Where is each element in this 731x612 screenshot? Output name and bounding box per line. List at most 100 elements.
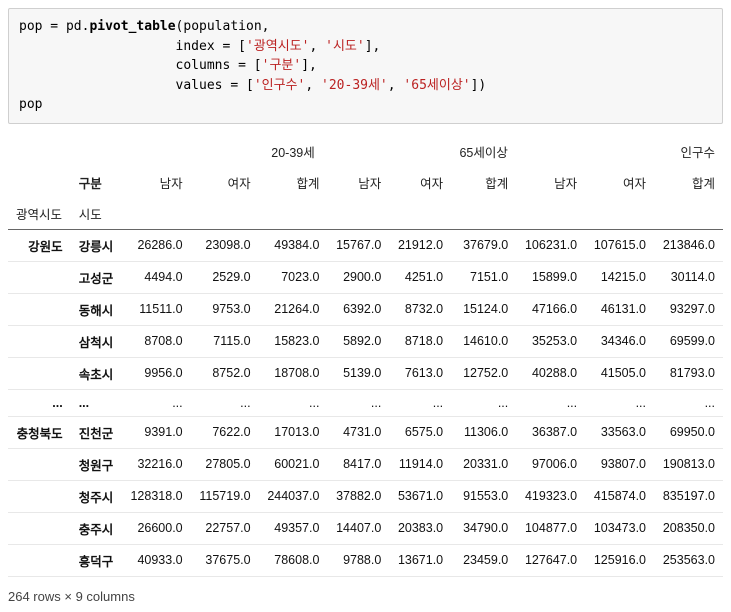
table-row: 흥덕구40933.037675.078608.09788.013671.0234…: [8, 544, 723, 576]
cell: 47166.0: [516, 293, 585, 325]
cell: 15124.0: [451, 293, 516, 325]
table-row: 동해시11511.09753.021264.06392.08732.015124…: [8, 293, 723, 325]
cell: 14610.0: [451, 325, 516, 357]
cell: 6575.0: [389, 416, 451, 448]
cell: 23098.0: [191, 229, 259, 261]
cell: 37679.0: [451, 229, 516, 261]
cell: 11914.0: [389, 448, 451, 480]
cell: 213846.0: [654, 229, 723, 261]
cell: 11306.0: [451, 416, 516, 448]
cell: 20331.0: [451, 448, 516, 480]
cell: 35253.0: [516, 325, 585, 357]
table-row: 충주시26600.022757.049357.014407.020383.034…: [8, 512, 723, 544]
code-cell: pop = pd.pivot_table(population, index =…: [8, 8, 723, 124]
row-index-lvl0: 충청북도: [8, 416, 71, 448]
col-group-65: 65세이상: [451, 136, 516, 167]
cell: 7115.0: [191, 325, 259, 357]
table-row: .................................: [8, 389, 723, 416]
code-line-2: index = ['광역시도', '시도'],: [19, 39, 380, 54]
index-name-1: 광역시도: [8, 198, 71, 230]
cell: 97006.0: [516, 448, 585, 480]
row-index-lvl0: ...: [8, 389, 71, 416]
cell: 8708.0: [122, 325, 191, 357]
row-index-lvl1: ...: [71, 389, 122, 416]
cell: 69599.0: [654, 325, 723, 357]
cell: ...: [451, 389, 516, 416]
cell: 7613.0: [389, 357, 451, 389]
cell: 41505.0: [585, 357, 654, 389]
row-index-lvl1: 진천군: [71, 416, 122, 448]
cell: 5139.0: [327, 357, 389, 389]
cell: 15767.0: [327, 229, 389, 261]
cell: 2529.0: [191, 261, 259, 293]
cell: ...: [585, 389, 654, 416]
cell: ...: [122, 389, 191, 416]
cell: 26286.0: [122, 229, 191, 261]
cell: 36387.0: [516, 416, 585, 448]
col-group-20-39: 20-39세: [259, 136, 328, 167]
cell: 21912.0: [389, 229, 451, 261]
cell: 253563.0: [654, 544, 723, 576]
cell: 81793.0: [654, 357, 723, 389]
code-line-5: pop: [19, 97, 42, 112]
cell: 2900.0: [327, 261, 389, 293]
row-index-lvl0: [8, 325, 71, 357]
code-line-3: columns = ['구분'],: [19, 58, 317, 73]
cell: 103473.0: [585, 512, 654, 544]
cell: 125916.0: [585, 544, 654, 576]
cell: 21264.0: [259, 293, 328, 325]
cell: 12752.0: [451, 357, 516, 389]
cell: 91553.0: [451, 480, 516, 512]
cell: 37675.0: [191, 544, 259, 576]
cell: 8417.0: [327, 448, 389, 480]
dataframe-table: 20-39세 65세이상 인구수 구분 남자 여자 합계 남자 여자 합계 남자…: [8, 136, 723, 577]
cell: 104877.0: [516, 512, 585, 544]
index-name-2: 시도: [71, 198, 122, 230]
cell: 34346.0: [585, 325, 654, 357]
row-index-lvl0: 강원도: [8, 229, 71, 261]
cell: 33563.0: [585, 416, 654, 448]
row-index-lvl1: 청원구: [71, 448, 122, 480]
cell: ...: [327, 389, 389, 416]
shape-info: 264 rows × 9 columns: [8, 589, 723, 604]
cell: 14215.0: [585, 261, 654, 293]
cell: 4731.0: [327, 416, 389, 448]
cell: 14407.0: [327, 512, 389, 544]
col-f2: 여자: [389, 167, 451, 198]
cell: 37882.0: [327, 480, 389, 512]
row-index-lvl0: [8, 293, 71, 325]
row-index-lvl0: [8, 448, 71, 480]
cell: 15823.0: [259, 325, 328, 357]
cell: 11511.0: [122, 293, 191, 325]
table-row: 청주시128318.0115719.0244037.037882.053671.…: [8, 480, 723, 512]
table-row: 강원도강릉시26286.023098.049384.015767.021912.…: [8, 229, 723, 261]
row-index-lvl0: [8, 512, 71, 544]
cell: 40933.0: [122, 544, 191, 576]
cell: 115719.0: [191, 480, 259, 512]
cell: 46131.0: [585, 293, 654, 325]
header-row-sub: 구분 남자 여자 합계 남자 여자 합계 남자 여자 합계: [8, 167, 723, 198]
cell: 8732.0: [389, 293, 451, 325]
col-m3: 남자: [516, 167, 585, 198]
row-index-lvl0: [8, 261, 71, 293]
row-index-lvl1: 흥덕구: [71, 544, 122, 576]
cell: 106231.0: [516, 229, 585, 261]
row-index-lvl1: 청주시: [71, 480, 122, 512]
cell: 5892.0: [327, 325, 389, 357]
cell: ...: [259, 389, 328, 416]
cell: 7622.0: [191, 416, 259, 448]
col-t2: 합계: [451, 167, 516, 198]
cell: ...: [389, 389, 451, 416]
cell: 8718.0: [389, 325, 451, 357]
cell: 7151.0: [451, 261, 516, 293]
col-group-pop: 인구수: [654, 136, 723, 167]
cell: 127647.0: [516, 544, 585, 576]
cell: 49357.0: [259, 512, 328, 544]
cell: 53671.0: [389, 480, 451, 512]
table-row: 속초시9956.08752.018708.05139.07613.012752.…: [8, 357, 723, 389]
cell: 13671.0: [389, 544, 451, 576]
columns-name: 구분: [71, 167, 122, 198]
cell: 9788.0: [327, 544, 389, 576]
cell: 8752.0: [191, 357, 259, 389]
cell: 4251.0: [389, 261, 451, 293]
